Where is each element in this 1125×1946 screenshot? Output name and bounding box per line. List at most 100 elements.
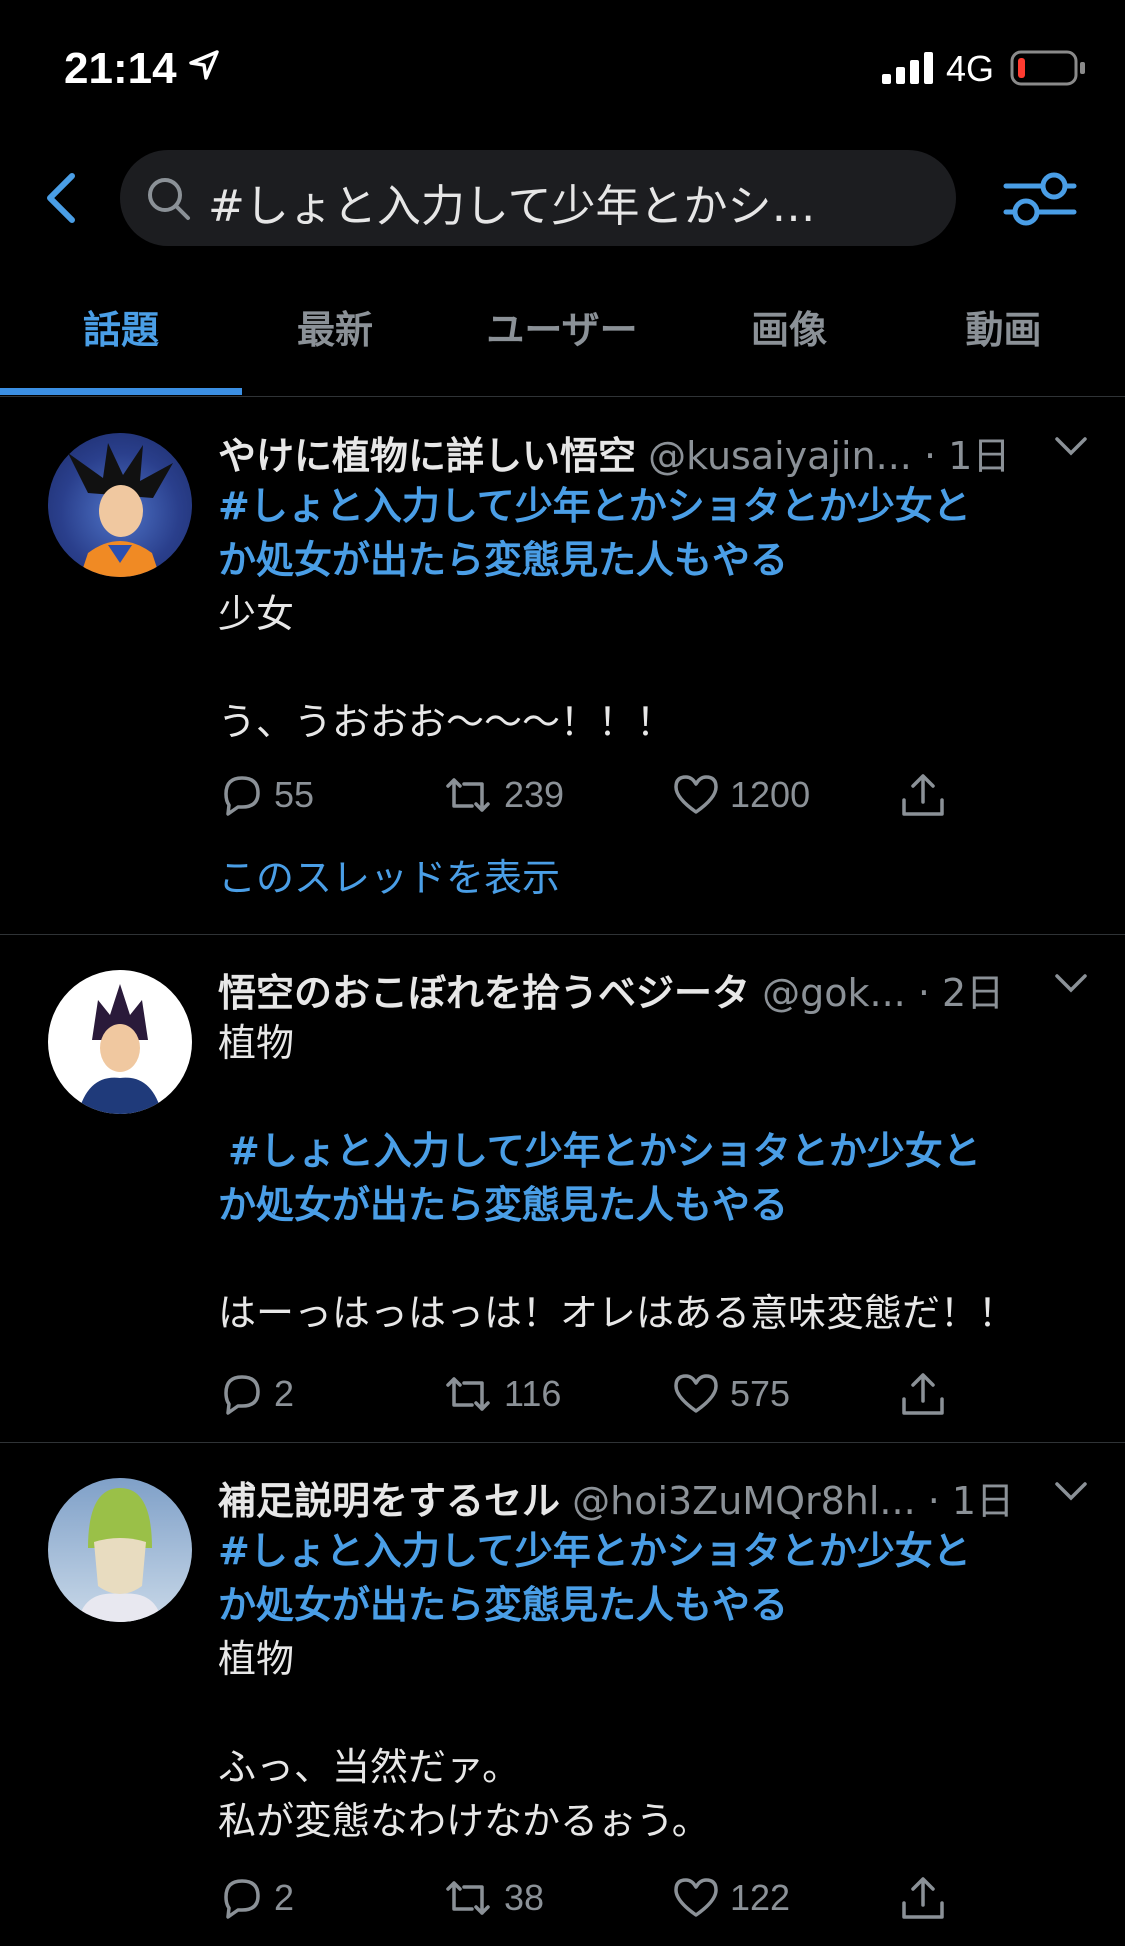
tab-videos[interactable]: 動画 (882, 282, 1125, 396)
display-name[interactable]: 悟空のおこぼれを拾うベジータ (218, 971, 750, 1015)
retweet-count: 239 (504, 774, 565, 815)
tweet-text: #しょと入力して少年とかショタとか少女と か処女が出たら変態見た人もやる 少女 … (218, 479, 1078, 749)
filter-sliders-icon[interactable] (1002, 166, 1078, 230)
tweet-actions: 2 116 575 (218, 1366, 998, 1422)
user-handle[interactable]: @hoi3ZuMQr8hl... (572, 1479, 916, 1523)
like-button[interactable]: 575 (672, 1366, 790, 1422)
tweet-time: · 2日 (917, 971, 1005, 1015)
cell-avatar-image (78, 1488, 162, 1622)
tweet-header: 悟空のおこぼれを拾うベジータ @gok... · 2日 (218, 962, 1088, 1015)
tab-latest[interactable]: 最新 (242, 282, 428, 396)
share-icon (902, 1373, 944, 1415)
retweet-button[interactable]: 239 (442, 767, 564, 823)
tweet-actions: 55 239 1200 (218, 767, 998, 823)
tweet-header: やけに植物に詳しい悟空 @kusaiyajin... · 1日 (218, 425, 1088, 478)
tweet-line (218, 1686, 1078, 1740)
tweet-line: 植物 (218, 1021, 295, 1065)
search-query: #しょと入力して少年とかシ… (208, 181, 816, 232)
tweet-text: 植物 #しょと入力して少年とかショタとか少女と か処女が出たら変態見た人もやる … (218, 1016, 1078, 1340)
tweet-line (218, 641, 1078, 695)
hashtag-link[interactable]: か処女が出たら変態見た人もやる (218, 1178, 1078, 1232)
tweet[interactable]: やけに植物に詳しい悟空 @kusaiyajin... · 1日 #しょと入力して… (0, 397, 1125, 935)
tweet-header: 補足説明をするセル @hoi3ZuMQr8hl... · 1日 (218, 1470, 1088, 1523)
reply-button[interactable]: 55 (218, 767, 314, 823)
share-icon (902, 1877, 944, 1919)
search-input[interactable]: #しょと入力して少年とかシ… (120, 150, 956, 246)
location-arrow-icon (189, 50, 219, 80)
reply-button[interactable]: 2 (218, 1366, 294, 1422)
tweet[interactable]: 補足説明をするセル @hoi3ZuMQr8hl... · 1日 #しょと入力して… (0, 1442, 1125, 1946)
retweet-button[interactable]: 38 (442, 1870, 544, 1926)
share-button[interactable] (898, 1366, 948, 1422)
hashtag-link[interactable]: #しょと入力して少年とかショタとか少女と (218, 1124, 1078, 1178)
heart-icon (674, 775, 718, 814)
active-tab-indicator (0, 388, 242, 395)
reply-icon (224, 1375, 260, 1415)
chevron-down-icon[interactable] (1054, 1480, 1088, 1502)
share-button[interactable] (898, 767, 948, 823)
cellular-signal-icon (882, 52, 933, 84)
display-name[interactable]: 補足説明をするセル (218, 1479, 560, 1523)
like-count: 1200 (730, 774, 811, 815)
network-type: 4G (946, 48, 995, 89)
tweet-line (218, 1070, 1078, 1124)
retweet-icon (446, 1377, 490, 1411)
tab-top[interactable]: 話題 (0, 282, 242, 396)
reply-icon (224, 776, 260, 816)
hashtag-link[interactable]: か処女が出たら変態見た人もやる (218, 533, 1078, 587)
share-button[interactable] (898, 1870, 948, 1926)
like-button[interactable]: 122 (672, 1870, 790, 1926)
chevron-down-icon[interactable] (1054, 972, 1088, 994)
status-bar: 21:14 4G (0, 0, 1125, 135)
status-time: 21:14 (64, 44, 177, 93)
tweet-line: 少女 (218, 592, 295, 636)
reply-count: 55 (274, 774, 315, 815)
reply-count: 2 (274, 1877, 295, 1918)
like-count: 122 (730, 1877, 791, 1918)
retweet-icon (446, 778, 490, 812)
reply-icon (224, 1879, 260, 1919)
avatar[interactable] (48, 970, 192, 1114)
reply-count: 2 (274, 1373, 295, 1414)
display-name[interactable]: やけに植物に詳しい悟空 (218, 434, 636, 478)
reply-button[interactable]: 2 (218, 1870, 294, 1926)
tweet-time: · 1日 (927, 1479, 1015, 1523)
tweet[interactable]: 悟空のおこぼれを拾うベジータ @gok... · 2日 植物 #しょと入力して少… (0, 934, 1125, 1443)
retweet-count: 116 (504, 1373, 562, 1414)
search-header: #しょと入力して少年とかシ… (0, 148, 1125, 248)
tweet-text: #しょと入力して少年とかショタとか少女と か処女が出たら変態見た人もやる 植物 … (218, 1524, 1078, 1848)
tab-photos[interactable]: 画像 (696, 282, 882, 396)
avatar[interactable] (48, 433, 192, 577)
share-icon (902, 774, 944, 816)
tab-people[interactable]: ユーザー (428, 282, 696, 396)
avatar[interactable] (48, 1478, 192, 1622)
like-count: 575 (730, 1373, 791, 1414)
tweet-line: ふっ、当然だァ。 (218, 1745, 521, 1789)
show-thread-link[interactable]: このスレッドを表示 (218, 847, 560, 902)
vegeta-avatar-image (78, 984, 162, 1114)
user-handle[interactable]: @kusaiyajin... (648, 434, 912, 478)
tweet-actions: 2 38 122 (218, 1870, 998, 1926)
goku-avatar-image (68, 443, 173, 577)
like-button[interactable]: 1200 (672, 767, 810, 823)
tweet-line: はーっはっはっは！オレはある意味変態だ！！ (218, 1291, 1017, 1335)
hashtag-link[interactable]: #しょと入力して少年とかショタとか少女と (218, 479, 1078, 533)
heart-icon (674, 1878, 718, 1917)
retweet-count: 38 (504, 1877, 545, 1918)
user-handle[interactable]: @gok... (762, 971, 906, 1015)
heart-icon (674, 1374, 718, 1413)
tweet-line: 私が変態なわけなかるぉう。 (218, 1799, 710, 1843)
tweet-line: う、うおおお〜〜〜！！！ (218, 700, 675, 744)
search-icon (148, 178, 190, 220)
tweet-line: 植物 (218, 1637, 295, 1681)
back-arrow-icon[interactable] (36, 168, 92, 228)
tweet-time: · 1日 (923, 434, 1011, 478)
search-tabs: 話題 最新 ユーザー 画像 動画 (0, 282, 1125, 397)
tweet-line (218, 1232, 1078, 1286)
battery-icon (1010, 50, 1085, 86)
hashtag-link[interactable]: #しょと入力して少年とかショタとか少女と (218, 1524, 1078, 1578)
hashtag-link[interactable]: か処女が出たら変態見た人もやる (218, 1578, 1078, 1632)
retweet-button[interactable]: 116 (442, 1366, 561, 1422)
retweet-icon (446, 1881, 490, 1915)
chevron-down-icon[interactable] (1054, 435, 1088, 457)
